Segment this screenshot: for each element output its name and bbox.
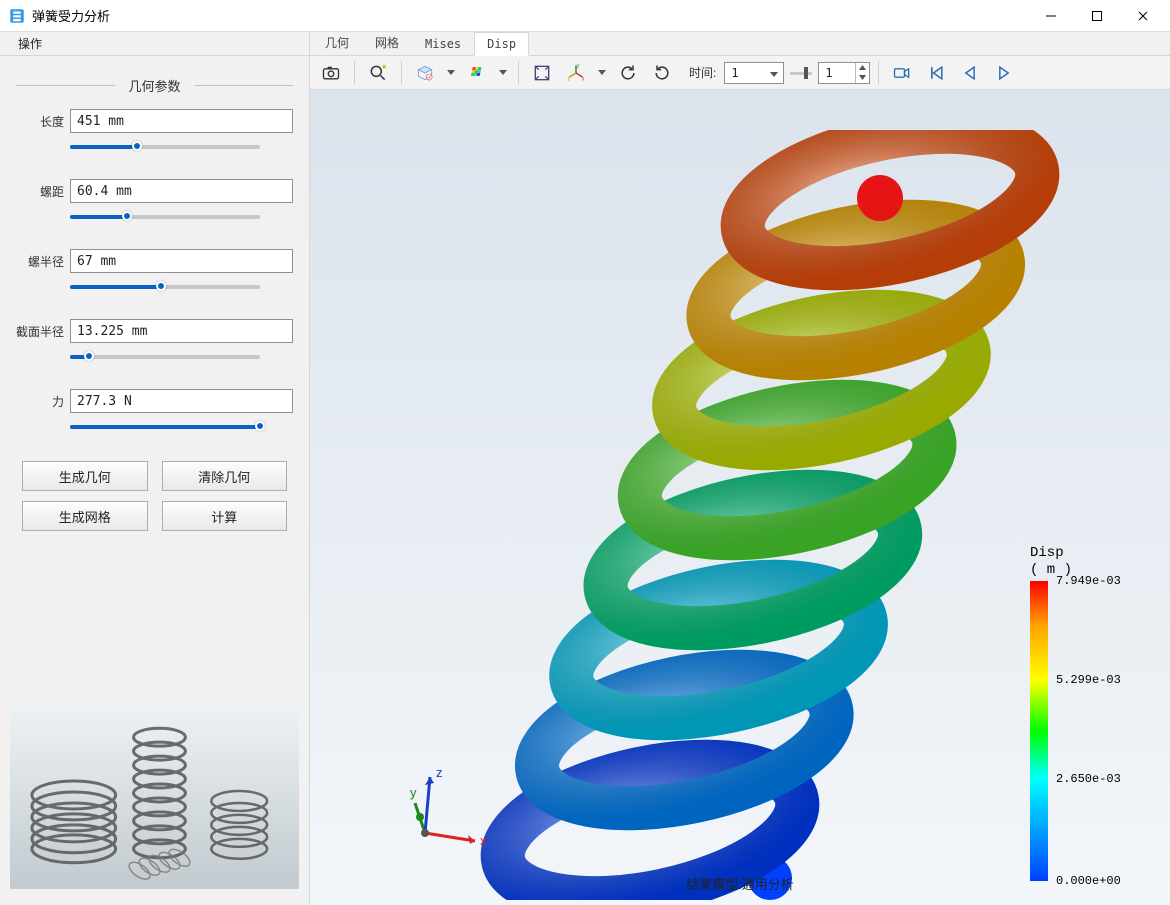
- display-mode-dropdown[interactable]: [444, 70, 458, 75]
- axes-view-dropdown[interactable]: [595, 70, 609, 75]
- screenshot-button[interactable]: [316, 59, 346, 87]
- tab-disp[interactable]: Disp: [474, 32, 529, 56]
- axes-view-button[interactable]: yxz: [561, 59, 591, 87]
- radius-label: 螺半径: [16, 253, 70, 270]
- cross-input[interactable]: [70, 319, 293, 343]
- tab-geom[interactable]: 几何: [312, 29, 362, 55]
- close-button[interactable]: [1120, 1, 1166, 31]
- tab-mises[interactable]: Mises: [412, 32, 474, 55]
- tab-mesh[interactable]: 网格: [362, 29, 412, 55]
- colormap-dropdown[interactable]: [496, 70, 510, 75]
- svg-text:z: z: [436, 765, 443, 780]
- menu-bar: 操作 几何 网格 Mises Disp: [0, 32, 1170, 56]
- title-bar: 弹簧受力分析: [0, 0, 1170, 32]
- axis-triad-icon: x y z: [410, 763, 500, 853]
- radius-slider[interactable]: [70, 277, 260, 295]
- time-label: 时间:: [689, 64, 716, 81]
- first-frame-button[interactable]: [921, 59, 951, 87]
- display-mode-button[interactable]: [410, 59, 440, 87]
- legend-tick: 0.000e+00: [1056, 874, 1121, 888]
- prev-frame-button[interactable]: [955, 59, 985, 87]
- pitch-label: 螺距: [16, 183, 70, 200]
- sidebar: 几何参数 长度 螺距 螺半径: [0, 56, 310, 905]
- viewport-canvas[interactable]: x y z 结果模型:通用分析 Disp( m ) 7.949e-035.299…: [310, 90, 1170, 905]
- svg-text:y: y: [577, 63, 580, 69]
- rotate-ccw-button[interactable]: [613, 59, 643, 87]
- sidebar-photo: [10, 699, 299, 889]
- cross-label: 截面半径: [16, 323, 70, 340]
- record-button[interactable]: [887, 59, 917, 87]
- pitch-input[interactable]: [70, 179, 293, 203]
- colormap-button[interactable]: [462, 59, 492, 87]
- length-slider[interactable]: [70, 137, 260, 155]
- maximize-button[interactable]: [1074, 1, 1120, 31]
- time-spin[interactable]: 1: [818, 62, 870, 84]
- legend-tick: 2.650e-03: [1056, 772, 1121, 786]
- cross-slider[interactable]: [70, 347, 260, 365]
- minimize-button[interactable]: [1028, 1, 1074, 31]
- clear-geom-button[interactable]: 清除几何: [162, 461, 288, 491]
- rotate-cw-button[interactable]: [647, 59, 677, 87]
- window-title: 弹簧受力分析: [32, 6, 1028, 25]
- force-input[interactable]: [70, 389, 293, 413]
- legend-tick: 5.299e-03: [1056, 673, 1121, 687]
- pitch-slider[interactable]: [70, 207, 260, 225]
- time-slider[interactable]: [790, 64, 812, 82]
- generate-geom-button[interactable]: 生成几何: [22, 461, 148, 491]
- force-slider[interactable]: [70, 417, 260, 435]
- length-input[interactable]: [70, 109, 293, 133]
- color-legend: Disp( m ) 7.949e-035.299e-032.650e-030.0…: [1030, 545, 1140, 881]
- svg-text:y: y: [410, 785, 417, 800]
- sidebar-title: 几何参数: [115, 76, 195, 95]
- legend-tick: 7.949e-03: [1056, 574, 1121, 588]
- viewport-footer-label: 结果模型:通用分析: [686, 874, 794, 893]
- force-label: 力: [16, 393, 70, 410]
- play-button[interactable]: [989, 59, 1019, 87]
- length-label: 长度: [16, 113, 70, 130]
- time-combo[interactable]: 1: [724, 62, 784, 84]
- svg-text:x: x: [480, 833, 487, 848]
- tab-bar: 几何 网格 Mises Disp: [310, 32, 1170, 55]
- app-icon: [8, 7, 26, 25]
- generate-mesh-button[interactable]: 生成网格: [22, 501, 148, 531]
- spring-render: [420, 130, 1060, 900]
- menu-operate[interactable]: 操作: [8, 32, 52, 55]
- viewport-toolbar: yxz 时间: 1 1: [310, 56, 1170, 90]
- zoom-button[interactable]: [363, 59, 393, 87]
- fit-view-button[interactable]: [527, 59, 557, 87]
- svg-text:x: x: [582, 76, 585, 82]
- radius-input[interactable]: [70, 249, 293, 273]
- compute-button[interactable]: 计算: [162, 501, 288, 531]
